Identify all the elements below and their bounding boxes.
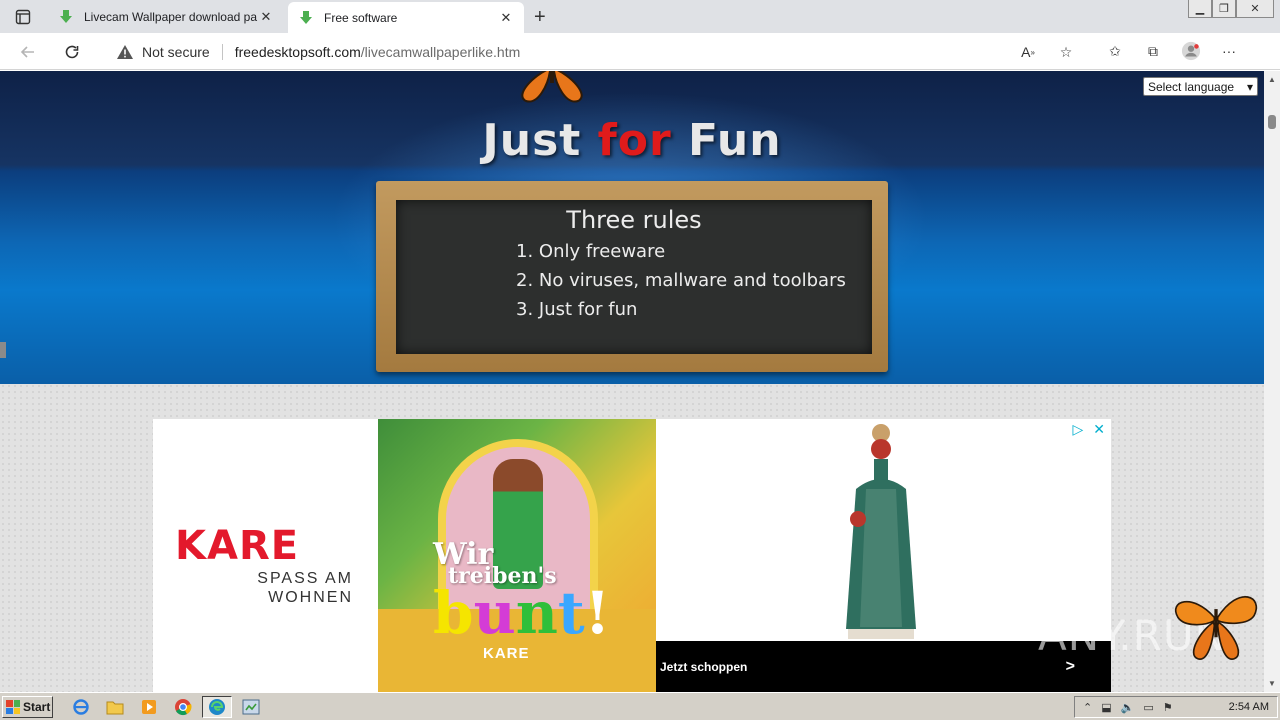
volume-icon[interactable]: 🔈 [1121, 701, 1135, 714]
favorites-icon[interactable]: ✩ [1105, 41, 1125, 61]
ad-brand-logo[interactable]: KARE SPASS AM WOHNEN [175, 523, 355, 607]
address-separator [221, 43, 223, 60]
tray-icons: ⌃ ⬓ 🔈 ▭ ⚑ [1083, 701, 1173, 714]
hero-banner: Just for Fun Select language ▾ Three rul… [0, 71, 1264, 384]
cta-label: Jetzt schoppen [660, 659, 748, 674]
clock[interactable]: 2:54 AM [1229, 701, 1269, 713]
brand-tagline-line: WOHNEN [268, 589, 353, 606]
restore-button[interactable]: ❐ [1212, 0, 1236, 18]
language-select[interactable]: Select language ▾ [1143, 77, 1258, 96]
collections-icon[interactable]: ⧉ [1143, 41, 1163, 61]
tab-close-icon[interactable]: ✕ [498, 10, 514, 26]
minimize-button[interactable]: ▁ [1188, 0, 1212, 18]
side-handle[interactable] [0, 342, 6, 358]
address-bar-actions: A» ☆ [1018, 42, 1076, 62]
bunt-letter: t [557, 579, 585, 647]
add-favorite-icon[interactable]: ☆ [1056, 42, 1076, 62]
brand-tagline-line: SPASS AM [257, 570, 353, 587]
tab-livecam[interactable]: Livecam Wallpaper download pa ✕ [48, 0, 284, 33]
scroll-thumb[interactable] [1268, 115, 1276, 129]
scroll-up-icon[interactable]: ▲ [1268, 75, 1276, 84]
ad-banner[interactable]: KARE SPASS AM WOHNEN Wir treiben's bunt!… [153, 419, 1111, 692]
headline-part2: for [597, 115, 672, 166]
ad-lifestyle-image[interactable]: Wir treiben's bunt! KARE [378, 419, 656, 692]
new-tab-button[interactable]: + [534, 6, 546, 29]
taskbar: Start ⌃ ⬓ 🔈 ▭ ⚑ 2:54 AM [0, 692, 1280, 720]
profile-avatar[interactable] [1181, 41, 1201, 61]
rule-item: 2. No viruses, mallware and toolbars [516, 270, 846, 291]
more-menu-icon[interactable]: ··· [1219, 41, 1239, 61]
url-text[interactable]: freedesktopsoft.com/livecamwallpaperlike… [235, 44, 521, 60]
back-button[interactable] [17, 41, 39, 63]
avatar-icon [1181, 41, 1201, 61]
site-headline: Just for Fun [0, 115, 1264, 166]
bunt-letter: ! [584, 579, 611, 647]
butterfly-image [521, 71, 583, 103]
file-explorer-icon[interactable] [100, 696, 130, 718]
rule-item: 3. Just for fun [516, 299, 638, 320]
ad-choices: ▷ ✕ [1072, 421, 1105, 438]
url-path: /livecamwallpaperlike.htm [360, 43, 521, 60]
chevron-right-icon: > [1065, 657, 1075, 675]
headline-part3: Fun [671, 115, 782, 166]
internet-explorer-icon[interactable] [66, 696, 96, 718]
chevron-down-icon: ▾ [1246, 79, 1253, 94]
bunt-letter: n [515, 579, 558, 647]
start-button[interactable]: Start [2, 696, 53, 718]
download-icon [300, 10, 312, 24]
browser-toolbar: Not secure freedesktopsoft.com/livecamwa… [0, 33, 1280, 70]
display-icon[interactable]: ▭ [1143, 701, 1153, 714]
tab-title: Free software [324, 10, 398, 25]
edge-icon[interactable] [202, 696, 232, 718]
url-domain: freedesktopsoft.com [234, 43, 361, 60]
media-player-icon[interactable] [134, 696, 164, 718]
close-window-button[interactable]: ✕ [1236, 0, 1274, 18]
ad-product-image[interactable]: ▷ ✕ [656, 419, 1111, 641]
tab-actions-button[interactable] [10, 7, 36, 27]
toolbar-actions: ✩ ⧉ ··· [1105, 41, 1239, 61]
scroll-down-icon[interactable]: ▼ [1268, 679, 1276, 688]
ad-close-icon[interactable]: ✕ [1093, 421, 1105, 438]
download-icon [60, 9, 72, 23]
network-icon[interactable]: ⬓ [1101, 701, 1111, 714]
tab-title: Livecam Wallpaper download pa [84, 9, 257, 24]
web-page: Just for Fun Select language ▾ Three rul… [0, 71, 1264, 692]
rule-item: 1. Only freeware [516, 241, 666, 262]
rules-title: Three rules [566, 206, 702, 234]
chrome-icon[interactable] [168, 696, 198, 718]
warning-icon[interactable] [116, 44, 134, 60]
tab-close-icon[interactable]: ✕ [258, 9, 274, 25]
figurine-image [846, 424, 916, 639]
system-tray: ⌃ ⬓ 🔈 ▭ ⚑ 2:54 AM [1074, 696, 1278, 718]
headline-part1: Just [482, 115, 598, 166]
read-aloud-icon[interactable]: A» [1018, 42, 1038, 62]
address-bar[interactable]: Not secure freedesktopsoft.com/livecamwa… [102, 36, 1092, 67]
flag-icon[interactable]: ⚑ [1163, 701, 1173, 714]
windows-logo-icon [6, 700, 20, 714]
tab-bar: Livecam Wallpaper download pa ✕ Free sof… [0, 0, 1280, 33]
brand-name: KARE [175, 523, 300, 569]
refresh-icon [65, 45, 79, 59]
chevron-up-icon[interactable]: ⌃ [1083, 701, 1092, 714]
quick-launch [66, 696, 266, 718]
vertical-scrollbar[interactable]: ▲ ▼ [1264, 71, 1280, 692]
butterfly-image [1175, 596, 1257, 660]
app-window-icon[interactable] [236, 696, 266, 718]
security-label[interactable]: Not secure [142, 44, 210, 60]
language-select-label: Select language [1148, 79, 1235, 94]
tab-free-software[interactable]: Free software ✕ [288, 2, 524, 33]
arrow-left-icon [20, 46, 34, 58]
bunt-letter: b [433, 579, 474, 647]
refresh-button[interactable] [61, 41, 83, 63]
start-label: Start [23, 700, 51, 714]
chalkboard: Three rules 1. Only freeware 2. No virus… [376, 181, 888, 372]
ad-choices-icon[interactable]: ▷ [1072, 421, 1083, 438]
tab-actions-icon [15, 9, 31, 25]
window-controls: ▁ ❐ ✕ [1188, 0, 1274, 18]
ad-headline-bunt: bunt! [433, 579, 610, 647]
ad-brand-small: KARE [483, 645, 530, 662]
bunt-letter: u [473, 579, 516, 647]
chalkboard-surface: Three rules 1. Only freeware 2. No virus… [396, 200, 872, 354]
